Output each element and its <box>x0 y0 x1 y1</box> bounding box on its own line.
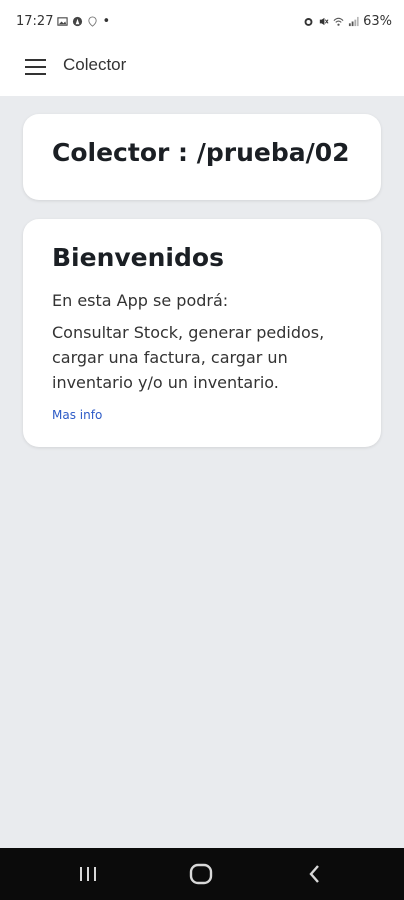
hamburger-menu-icon <box>25 59 46 75</box>
collector-card: Colector : /prueba/02 <box>23 114 381 200</box>
status-left: 17:27 • <box>16 14 110 29</box>
menu-button[interactable] <box>18 52 54 82</box>
welcome-subtitle: En esta App se podrá: <box>52 291 229 310</box>
app-icon <box>73 16 83 27</box>
app-title: Colector <box>63 55 127 74</box>
battery-level: 63% <box>363 14 392 29</box>
app-bar: Colector <box>0 40 404 96</box>
system-nav-bar <box>0 848 404 900</box>
welcome-title: Bienvenidos <box>52 243 224 272</box>
back-button[interactable] <box>294 860 334 888</box>
wifi-icon <box>333 17 344 26</box>
welcome-description: Consultar Stock, generar pedidos, cargar… <box>52 323 325 392</box>
alarm-icon <box>304 18 313 26</box>
home-button[interactable] <box>181 860 221 888</box>
more-info-link[interactable]: Mas info <box>52 408 102 422</box>
signal-icon <box>349 16 359 27</box>
status-bar: 17:27 • 63% <box>0 0 404 40</box>
status-time: 17:27 <box>16 14 54 29</box>
back-icon <box>309 865 319 883</box>
status-right: 63% <box>303 14 392 29</box>
gallery-icon <box>57 17 69 26</box>
mute-icon <box>319 17 329 26</box>
collector-title: Colector : /prueba/02 <box>52 138 350 167</box>
status-dot: • <box>102 14 111 29</box>
home-icon <box>189 863 213 885</box>
location-icon <box>88 16 98 27</box>
recents-button[interactable] <box>68 860 108 888</box>
welcome-card: Bienvenidos En esta App se podrá: Consul… <box>23 219 381 447</box>
recents-icon <box>80 867 96 881</box>
